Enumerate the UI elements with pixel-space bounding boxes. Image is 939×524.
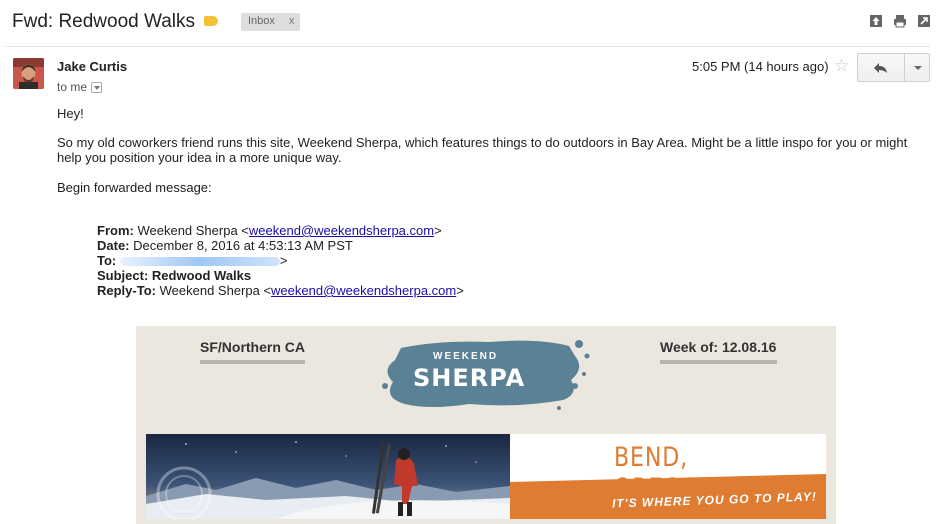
fwd-subject-label: Subject: (97, 268, 149, 283)
forward-intro: Begin forwarded message: (57, 180, 212, 195)
fwd-to-label: To: (97, 253, 117, 268)
fwd-replyto-name: Weekend Sherpa < (159, 283, 272, 298)
reply-button-group (857, 53, 930, 82)
remove-label-button[interactable]: x (289, 15, 295, 27)
fwd-date-label: Date: (97, 238, 130, 253)
body-greeting: Hey! (57, 106, 84, 121)
fwd-replyto-label: Reply-To: (97, 283, 156, 298)
more-options-button[interactable] (905, 54, 929, 81)
subject-bar: Fwd: Redwood Walks Inbox x (0, 0, 939, 46)
sender-name[interactable]: Jake Curtis (57, 59, 127, 74)
fwd-to-line: To: > (97, 253, 287, 268)
fwd-to-close: > (279, 253, 288, 268)
recipient-text: to me (57, 80, 88, 94)
top-toolbar (869, 14, 931, 28)
reply-icon (874, 62, 887, 73)
star-icon[interactable]: ☆ (834, 56, 849, 76)
email-timestamp: 5:05 PM (14 hours ago) (692, 59, 829, 74)
header-divider (5, 46, 930, 47)
newsletter-content: SF/Northern CA Week of: 12.08.16 WEEKEND… (136, 326, 836, 524)
new-window-icon[interactable] (917, 14, 931, 28)
fwd-from-label: From: (97, 223, 134, 238)
body-paragraph-line-1: So my old coworkers friend runs this sit… (57, 135, 908, 150)
newsletter-week: Week of: 12.08.16 (660, 339, 777, 355)
fwd-date-line: Date: December 8, 2016 at 4:53:13 AM PST (97, 238, 353, 253)
fwd-subject-value: Redwood Walks (151, 268, 252, 283)
sender-avatar[interactable] (13, 58, 44, 89)
fwd-replyto-line: Reply-To: Weekend Sherpa <weekend@weeken… (97, 283, 464, 298)
logo-text-small: WEEKEND (433, 351, 499, 362)
inbox-label-text: Inbox (248, 15, 275, 27)
details-dropdown-icon[interactable] (91, 82, 103, 93)
week-underline (660, 360, 777, 364)
banner-photo (146, 434, 510, 519)
fwd-subject-line: Subject: Redwood Walks (97, 268, 251, 283)
body-paragraph-line-2: help you position your idea in a more un… (57, 150, 342, 165)
banner-tagline-strip: IT'S WHERE YOU GO TO PLAY! (510, 470, 826, 519)
reply-button[interactable] (858, 54, 905, 81)
region-underline (200, 360, 305, 364)
fwd-date-value: December 8, 2016 at 4:53:13 AM PST (133, 238, 353, 253)
inbox-label-chip[interactable]: Inbox x (241, 13, 301, 31)
redacted-recipient (119, 257, 280, 267)
skier-mountain-image (146, 434, 510, 519)
fwd-replyto-email-link[interactable]: weekend@weekendsherpa.com (271, 283, 456, 298)
newsletter-region[interactable]: SF/Northern CA (200, 339, 305, 355)
label-tag-icon[interactable] (204, 16, 218, 26)
weekend-sherpa-logo[interactable]: WEEKEND SHERPA (379, 334, 594, 414)
archive-icon[interactable] (869, 14, 883, 28)
print-icon[interactable] (893, 14, 907, 28)
email-subject: Fwd: Redwood Walks (12, 11, 196, 32)
fwd-replyto-close: > (456, 283, 464, 298)
fwd-from-close: > (434, 223, 442, 238)
fwd-from-email-link[interactable]: weekend@weekendsherpa.com (249, 223, 434, 238)
avatar-image (13, 58, 44, 89)
featured-banner[interactable]: BEND, OREGON IT'S WHERE YOU GO TO PLAY! (146, 434, 826, 519)
fwd-from-name: Weekend Sherpa < (137, 223, 249, 238)
logo-text-big: SHERPA (413, 364, 526, 392)
recipient-line: to me (57, 80, 103, 94)
fwd-from-line: From: Weekend Sherpa <weekend@weekendshe… (97, 223, 442, 238)
